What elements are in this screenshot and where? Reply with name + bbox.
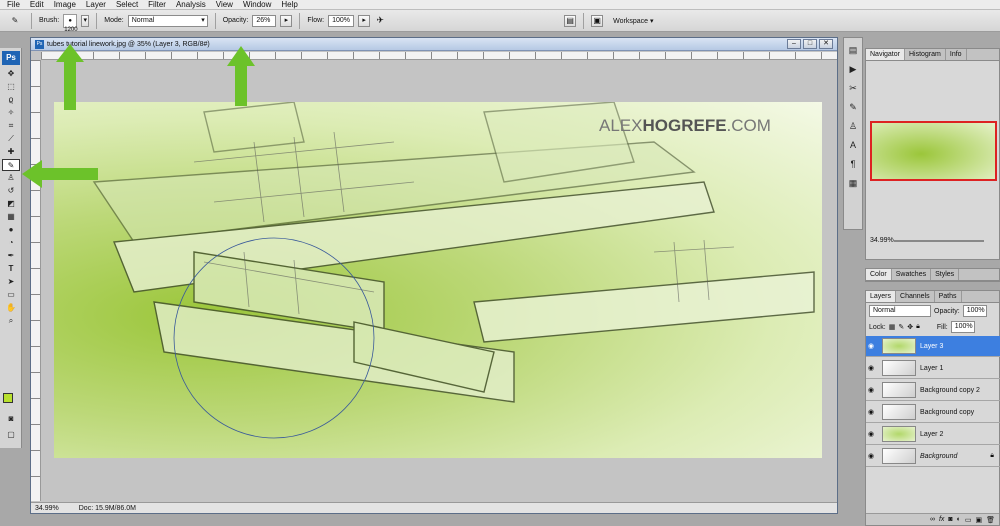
layer-thumbnail: [882, 382, 916, 398]
tab-layers[interactable]: Layers: [866, 291, 897, 302]
layer-opacity-label: Opacity:: [934, 307, 960, 315]
actions-icon[interactable]: ▶: [846, 62, 860, 76]
lock-all-icon[interactable]: 🔒︎: [916, 323, 920, 331]
character-icon[interactable]: A: [846, 138, 860, 152]
blend-mode-select[interactable]: Normal: [869, 305, 931, 317]
layer-lock-row: Lock: ▦ ✎ ✥ 🔒︎ Fill: 100%: [866, 319, 999, 335]
history-icon[interactable]: ▤: [846, 43, 860, 57]
layer-name: Layer 1: [920, 364, 944, 372]
tab-swatches[interactable]: Swatches: [892, 269, 932, 280]
link-layers-icon[interactable]: ∞: [930, 516, 935, 523]
lock-image-icon[interactable]: ✎: [898, 323, 904, 331]
new-layer-icon[interactable]: ▣: [975, 516, 982, 524]
layer-name: Background copy 2: [920, 386, 980, 394]
layers-tabs: Layers Channels Paths: [866, 291, 999, 303]
layer-thumbnail: [882, 338, 916, 354]
eye-icon[interactable]: ◉: [866, 430, 876, 438]
eye-icon[interactable]: ◉: [866, 408, 876, 416]
color-tabs: Color Swatches Styles: [866, 269, 999, 281]
layer-name: Background copy: [920, 408, 975, 416]
layer-thumbnail: [882, 448, 916, 464]
layer-row[interactable]: ◉ Layer 3: [866, 336, 1000, 357]
tab-histogram[interactable]: Histogram: [905, 49, 946, 60]
layer-thumbnail: [882, 360, 916, 376]
eye-icon[interactable]: ◉: [866, 364, 876, 372]
layer-name: Background: [920, 452, 958, 460]
layer-name: Layer 2: [920, 430, 944, 438]
add-mask-icon[interactable]: ◙: [948, 516, 952, 523]
brushes-icon[interactable]: ✎: [846, 100, 860, 114]
lock-icon: 🔒︎: [990, 452, 994, 459]
navigator-zoom-slider[interactable]: [894, 240, 984, 242]
color-panel: Color Swatches Styles: [865, 268, 1000, 282]
tab-color[interactable]: Color: [866, 269, 892, 280]
fill-input[interactable]: 100%: [950, 321, 975, 333]
tab-info[interactable]: Info: [946, 49, 967, 60]
tab-navigator[interactable]: Navigator: [866, 49, 905, 60]
layer-row[interactable]: ◉ Layer 2: [866, 424, 1000, 445]
tab-channels[interactable]: Channels: [896, 291, 935, 302]
lock-transparent-icon[interactable]: ▦: [889, 323, 896, 331]
layer-row[interactable]: ◉ Background copy 2: [866, 380, 1000, 401]
notes-icon[interactable]: ▦: [846, 176, 860, 190]
layer-thumbnail: [882, 426, 916, 442]
layer-blend-row: Normal Opacity: 100%: [866, 303, 999, 319]
layers-panel: Layers Channels Paths Normal Opacity: 10…: [865, 290, 1000, 526]
new-group-icon[interactable]: ▭: [965, 516, 972, 524]
tab-paths[interactable]: Paths: [935, 291, 962, 302]
eye-icon[interactable]: ◉: [866, 386, 876, 394]
adjustment-layer-icon[interactable]: ◐: [957, 516, 961, 523]
eye-icon[interactable]: ◉: [866, 452, 876, 460]
layer-row[interactable]: ◉ Layer 1: [866, 358, 1000, 379]
lock-label: Lock:: [869, 323, 886, 331]
navigator-panel: Navigator Histogram Info 34.99%: [865, 48, 1000, 260]
layer-row[interactable]: ◉ Background copy: [866, 402, 1000, 423]
paragraph-icon[interactable]: ¶: [846, 157, 860, 171]
layer-opacity-input[interactable]: 100%: [962, 305, 987, 317]
tools-preset-icon[interactable]: ✂: [846, 81, 860, 95]
layer-thumbnail: [882, 404, 916, 420]
tab-styles[interactable]: Styles: [931, 269, 960, 280]
navigator-tabs: Navigator Histogram Info: [866, 49, 999, 61]
layers-bottom-bar: ∞ fx ◙ ◐ ▭ ▣ 🗑︎: [866, 513, 999, 525]
layer-name: Layer 3: [920, 342, 944, 350]
blend-mode-value: Normal: [873, 307, 896, 314]
panel-dock-strip: ▤ ▶ ✂ ✎ ♙ A ¶ ▦: [843, 37, 863, 230]
clone-source-icon[interactable]: ♙: [846, 119, 860, 133]
lock-position-icon[interactable]: ✥: [907, 323, 913, 331]
eye-icon[interactable]: ◉: [866, 342, 876, 350]
layer-row[interactable]: ◉ Background 🔒︎: [866, 446, 1000, 467]
navigator-zoom[interactable]: 34.99%: [870, 237, 894, 244]
navigator-view-frame[interactable]: [870, 121, 997, 181]
layer-style-icon[interactable]: fx: [939, 516, 944, 523]
fill-label: Fill:: [936, 323, 948, 331]
trash-icon[interactable]: 🗑︎: [986, 516, 995, 524]
